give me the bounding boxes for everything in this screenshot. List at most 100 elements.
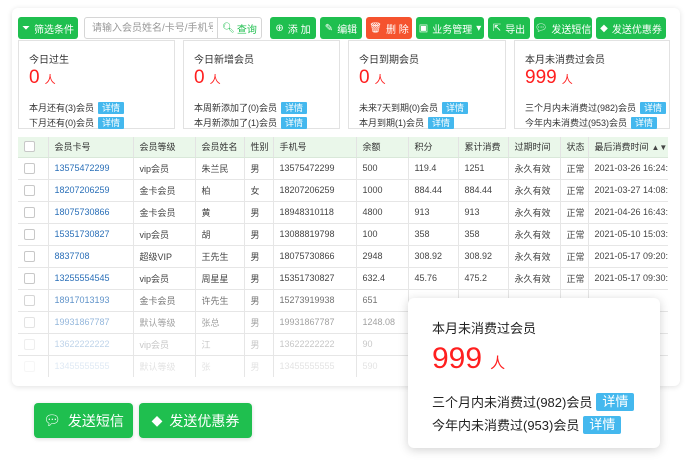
send-sms-button-large[interactable]: 💬︎ 发送短信: [34, 403, 133, 438]
detail-badge[interactable]: 详情: [281, 116, 308, 129]
search-button[interactable]: 🔍︎ 查询: [217, 18, 261, 38]
plus-circle-icon: ⊕: [275, 22, 284, 34]
stat-card-birthday: 今日过生 0人 本月还有(3)会员 详情 下月还有(0)会员 详情: [18, 40, 175, 129]
table-cell: 男: [244, 201, 274, 224]
row-checkbox[interactable]: [24, 272, 35, 284]
table-row[interactable]: 8837708 超级VIP 王先生男 18075730866 2948 308.92 308…: [18, 245, 668, 268]
table-cell: 884.44: [458, 179, 509, 202]
send-coupon-button[interactable]: ◆ 发送优惠券: [596, 17, 666, 39]
export-button[interactable]: ⇱ 导出: [488, 17, 530, 39]
table-cell: 651: [356, 289, 409, 312]
table-cell: 柏: [195, 179, 245, 202]
stat-title: 今日到期会员: [359, 55, 419, 66]
table-cell: 632.4: [356, 267, 409, 290]
stat-line: 本月新添加了(1)会员 详情: [194, 116, 308, 129]
table-cell: 2021-03-27 14:08:14: [588, 179, 668, 202]
table-row[interactable]: 15351730827 vip会员胡男 13088819798 100 358 358 永久…: [18, 223, 668, 246]
select-all-cell: [18, 137, 49, 158]
popup-value: 999 人: [432, 342, 506, 375]
edit-button[interactable]: ✎ 编辑: [320, 17, 362, 39]
row-checkbox[interactable]: [24, 250, 35, 262]
column-header[interactable]: 状态: [560, 137, 589, 158]
row-checkbox[interactable]: [24, 184, 35, 196]
column-header[interactable]: 积分: [408, 137, 459, 158]
detail-badge[interactable]: 详情: [442, 101, 469, 114]
stat-card-expiring: 今日到期会员 0人 未来7天到期(0)会员 详情 本月到期(1)会员 详情: [348, 40, 506, 129]
column-header[interactable]: 过期时间: [508, 137, 561, 158]
column-header[interactable]: 余额: [356, 137, 409, 158]
table-cell: 913: [408, 201, 459, 224]
stat-title: 今日新增会员: [194, 55, 254, 66]
detail-badge[interactable]: 详情: [583, 415, 622, 434]
table-cell: 2021-03-26 16:24:00: [588, 157, 668, 180]
table-cell: 13575472299: [273, 157, 357, 180]
column-header[interactable]: 会员卡号: [48, 137, 134, 158]
table-row[interactable]: 13255554545 vip会员 周星星男 15351730827 632.4 45.7…: [18, 267, 668, 290]
select-all-checkbox[interactable]: [24, 141, 35, 153]
table-row[interactable]: 13575472299 vip会员 朱兰民男 13575472299 500 119.4 1…: [18, 157, 668, 180]
column-header[interactable]: 会员等级: [133, 137, 196, 158]
member-card-cell: 13575472299: [48, 157, 134, 180]
popup-line: 三个月内未消费过(982)会员 详情: [432, 392, 635, 411]
row-checkbox[interactable]: [24, 294, 35, 306]
column-header[interactable]: 手机号: [273, 137, 357, 158]
search-input[interactable]: [85, 18, 213, 38]
table-cell: 2021-04-26 16:43:41: [588, 201, 668, 224]
row-checkbox[interactable]: [24, 228, 35, 240]
business-dropdown-button[interactable]: ▣ 业务管理 ▾: [416, 17, 484, 39]
delete-label: 删 除: [385, 24, 409, 36]
table-cell: 正常: [560, 223, 589, 246]
filter-button[interactable]: ⏷ 筛选条件: [18, 17, 78, 39]
table-cell: 15273919938: [273, 289, 357, 312]
table-cell: 周星星: [195, 267, 245, 290]
add-button[interactable]: ⊕ 添 加: [270, 17, 316, 39]
send-sms-button[interactable]: 💬︎ 发送短信: [534, 17, 592, 39]
table-cell: 永久有效: [508, 267, 561, 290]
row-select-cell: [18, 289, 49, 312]
detail-badge[interactable]: 详情: [98, 116, 125, 129]
table-cell: 江: [195, 333, 245, 356]
search-button-label: 查询: [236, 24, 257, 36]
tag-icon: ◆: [151, 412, 163, 428]
chat-icon: 💬︎: [43, 412, 61, 428]
table-cell: 18948310118: [273, 201, 357, 224]
table-cell: vip会员: [133, 267, 196, 290]
row-checkbox[interactable]: [24, 338, 35, 350]
column-header[interactable]: 累计消费: [458, 137, 509, 158]
coupon-label: 发送优惠券: [611, 24, 662, 36]
detail-badge[interactable]: 详情: [640, 101, 667, 114]
edit-label: 编辑: [337, 24, 358, 36]
stat-value: 0人: [359, 67, 386, 88]
row-checkbox[interactable]: [24, 162, 35, 174]
table-cell: 永久有效: [508, 245, 561, 268]
stat-line: 本周新添加了(0)会员 详情: [194, 101, 308, 114]
table-cell: 许先生: [195, 289, 245, 312]
caret-down-icon: ▾: [476, 22, 482, 34]
column-header[interactable]: 性别: [244, 137, 274, 158]
detail-badge[interactable]: 详情: [98, 101, 125, 114]
add-label: 添 加: [287, 24, 311, 36]
table-row[interactable]: 18207206259 金卡会员柏女 18207206259 1000 884.44 88…: [18, 179, 668, 202]
delete-button[interactable]: 🗑︎ 删 除: [366, 17, 412, 39]
table-row[interactable]: 18075730866 金卡会员黄男 18948310118 4800 913 913 永久…: [18, 201, 668, 224]
detail-badge[interactable]: 详情: [428, 116, 455, 129]
sort-icon[interactable]: ▲▼: [652, 143, 667, 152]
detail-badge[interactable]: 详情: [631, 116, 658, 129]
row-checkbox[interactable]: [24, 206, 35, 218]
table-cell: 913: [458, 201, 509, 224]
column-header[interactable]: 会员姓名: [195, 137, 245, 158]
row-checkbox[interactable]: [24, 316, 35, 328]
member-card-cell: 13455555555: [48, 355, 134, 377]
send-coupon-button-large[interactable]: ◆ 发送优惠券: [139, 403, 252, 438]
row-checkbox[interactable]: [24, 360, 35, 372]
table-cell: 男: [244, 289, 274, 312]
detail-badge[interactable]: 详情: [281, 101, 308, 114]
search-box: 🔍︎ 查询: [84, 17, 262, 39]
column-header-sortable[interactable]: 最后消费时间 ▲▼: [588, 137, 668, 158]
table-cell: 胡: [195, 223, 245, 246]
table-cell: 15351730827: [273, 267, 357, 290]
trash-icon: 🗑︎: [369, 22, 382, 34]
table-cell: 正常: [560, 245, 589, 268]
row-select-cell: [18, 157, 49, 180]
detail-badge[interactable]: 详情: [596, 392, 635, 411]
